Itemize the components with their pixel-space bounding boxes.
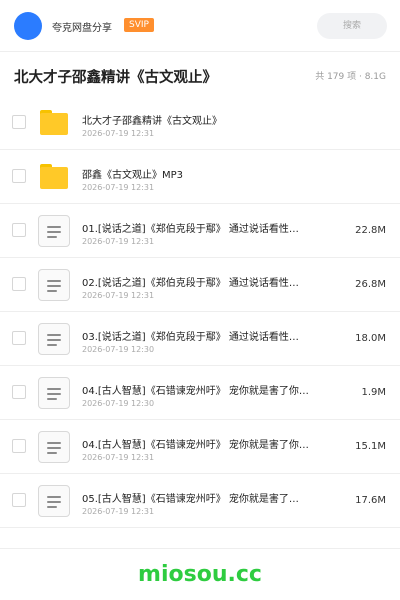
file-size: 17.6M [355, 495, 386, 506]
file-name: 邵鑫《古文观止》MP3 [82, 170, 184, 181]
select-checkbox[interactable] [12, 493, 26, 507]
file-name: 04.[古人智慧]《石错谏宠州吁》 宠你就是害了你… [82, 386, 309, 397]
file-row[interactable]: 04.[古人智慧]《石错谏宠州吁》 宠你就是害了你… 2026-07-19 12… [0, 420, 400, 474]
file-date: 2026-07-19 12:31 [82, 237, 155, 246]
select-checkbox[interactable] [12, 115, 26, 129]
search-placeholder: 搜索 [342, 21, 361, 31]
file-name: 04.[古人智慧]《石错谏宠州吁》 宠你就是害了你… [82, 440, 309, 451]
file-size: 18.0M [355, 333, 386, 344]
footer-divider [0, 548, 400, 549]
share-owner-name: 夸克网盘分享 [52, 23, 112, 34]
select-checkbox[interactable] [12, 439, 26, 453]
file-row[interactable]: 邵鑫《古文观止》MP3 2026-07-19 12:31 [0, 150, 400, 204]
share-header: 夸克网盘分享 SVIP 搜索 [0, 0, 400, 52]
file-name: 北大才子邵鑫精讲《古文观止》 [82, 116, 222, 127]
search-input[interactable]: 搜索 [317, 13, 387, 39]
file-size: 1.9M [361, 387, 386, 398]
select-checkbox[interactable] [12, 223, 26, 237]
document-icon [38, 431, 70, 463]
page-title: 北大才子邵鑫精讲《古文观止》 [14, 70, 217, 86]
file-row[interactable]: 02.[说话之道]《郑伯克段于鄢》 通过说话看性… 2026-07-19 12:… [0, 258, 400, 312]
file-name: 01.[说话之道]《郑伯克段于鄢》 通过说话看性… [82, 224, 299, 235]
file-name: 03.[说话之道]《郑伯克段于鄢》 通过说话看性… [82, 332, 299, 343]
select-checkbox[interactable] [12, 331, 26, 345]
file-date: 2026-07-19 12:30 [82, 345, 155, 354]
folder-icon [38, 107, 70, 139]
avatar[interactable] [14, 12, 42, 40]
file-row[interactable]: 03.[说话之道]《郑伯克段于鄢》 通过说话看性… 2026-07-19 12:… [0, 312, 400, 366]
file-name: 05.[古人智慧]《石错谏宠州吁》 宠你就是害了… [82, 494, 299, 505]
document-icon [38, 269, 70, 301]
select-checkbox[interactable] [12, 385, 26, 399]
file-size: 15.1M [355, 441, 386, 452]
file-date: 2026-07-19 12:31 [82, 183, 155, 192]
file-name: 02.[说话之道]《郑伯克段于鄢》 通过说话看性… [82, 278, 299, 289]
file-row[interactable]: 01.[说话之道]《郑伯克段于鄢》 通过说话看性… 2026-07-19 12:… [0, 204, 400, 258]
item-summary: 共 179 项 · 8.1G [315, 72, 386, 82]
file-date: 2026-07-19 12:31 [82, 291, 155, 300]
file-row[interactable]: 05.[古人智慧]《石错谏宠州吁》 宠你就是害了… 2026-07-19 12:… [0, 474, 400, 528]
file-date: 2026-07-19 12:31 [82, 453, 155, 462]
file-row[interactable]: 北大才子邵鑫精讲《古文观止》 2026-07-19 12:31 [0, 96, 400, 150]
file-row[interactable]: 04.[古人智慧]《石错谏宠州吁》 宠你就是害了你… 2026-07-19 12… [0, 366, 400, 420]
select-checkbox[interactable] [12, 169, 26, 183]
folder-icon [38, 161, 70, 193]
document-icon [38, 215, 70, 247]
file-size: 22.8M [355, 225, 386, 236]
document-icon [38, 377, 70, 409]
document-icon [38, 323, 70, 355]
vip-badge: SVIP [124, 18, 154, 32]
file-size: 26.8M [355, 279, 386, 290]
file-date: 2026-07-19 12:30 [82, 399, 155, 408]
title-bar: 北大才子邵鑫精讲《古文观止》 共 179 项 · 8.1G [0, 52, 400, 98]
file-date: 2026-07-19 12:31 [82, 129, 155, 138]
watermark: miosou.cc [138, 562, 262, 587]
file-date: 2026-07-19 12:31 [82, 507, 155, 516]
document-icon [38, 485, 70, 517]
select-checkbox[interactable] [12, 277, 26, 291]
